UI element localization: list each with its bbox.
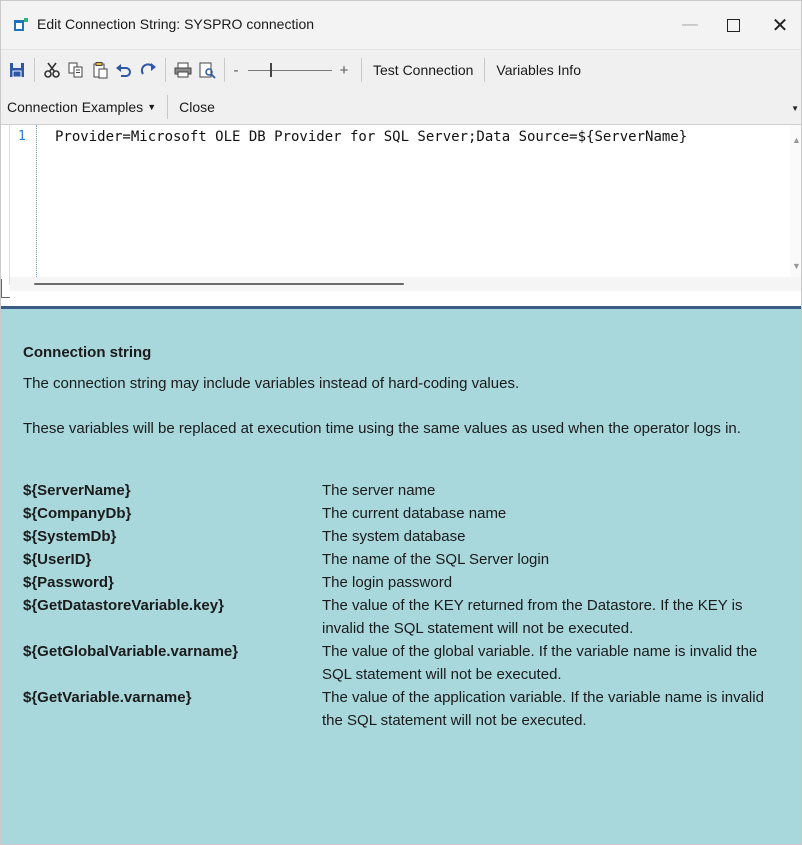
horizontal-scroll-thumb[interactable] xyxy=(34,283,404,285)
table-row: ${UserID} The name of the SQL Server logi… xyxy=(23,548,780,571)
table-row: ${ServerName} The server name xyxy=(23,479,780,502)
variable-name: ${GetVariable.varname} xyxy=(23,689,192,706)
window-title: Edit Connection String: SYSPRO connectio… xyxy=(37,16,315,32)
variable-name: ${CompanyDb} xyxy=(23,505,132,522)
zoom-track[interactable] xyxy=(248,62,332,77)
toolbar-separator xyxy=(224,58,225,82)
print-icon[interactable] xyxy=(171,56,195,84)
line-number-gutter: 1 xyxy=(10,125,37,277)
horizontal-scrollbar[interactable] xyxy=(10,277,801,291)
variable-name: ${GetDatastoreVariable.key} xyxy=(23,597,224,614)
maximize-icon xyxy=(726,18,740,32)
variable-name: ${SystemDb} xyxy=(23,528,117,545)
toolbar-separator xyxy=(34,58,35,82)
connection-string-text[interactable]: Provider=Microsoft OLE DB Provider for S… xyxy=(55,129,687,145)
variable-description: The name of the SQL Server login xyxy=(322,551,550,568)
variable-name: ${UserID} xyxy=(23,551,92,568)
toolbar-separator xyxy=(165,58,166,82)
scroll-up-icon[interactable]: ▲ xyxy=(792,135,801,145)
variable-name: ${ServerName} xyxy=(23,482,131,499)
variable-description: The value of the KEY returned from the D… xyxy=(322,597,743,637)
vertical-scrollbar[interactable]: ▲ ▼ xyxy=(790,125,801,277)
table-row: ${Password} The login password xyxy=(23,571,780,594)
paste-icon[interactable] xyxy=(88,56,112,84)
test-connection-button[interactable]: Test Connection xyxy=(367,62,479,78)
title-bar[interactable]: Edit Connection String: SYSPRO connectio… xyxy=(1,1,801,49)
close-button[interactable]: Close xyxy=(173,99,221,115)
variable-description: The system database xyxy=(322,528,466,545)
toolbar-overflow-icon[interactable]: ▼ xyxy=(791,104,799,113)
help-paragraph: The connection string may include variab… xyxy=(23,375,520,392)
variable-description: The value of the global variable. If the… xyxy=(322,643,758,683)
save-icon[interactable] xyxy=(5,56,29,84)
line-number: 1 xyxy=(18,129,26,144)
scroll-down-icon[interactable]: ▼ xyxy=(792,261,801,271)
help-paragraph: These variables will be replaced at exec… xyxy=(23,420,741,437)
chevron-down-icon: ▼ xyxy=(147,102,157,112)
help-heading: Connection string xyxy=(23,344,152,361)
zoom-in-button[interactable]: + xyxy=(338,62,350,79)
cut-icon[interactable] xyxy=(40,56,64,84)
help-panel: Connection string The connection string … xyxy=(1,309,801,844)
close-window-button[interactable]: ✕ xyxy=(757,1,801,49)
table-row: ${SystemDb} The system database xyxy=(23,525,780,548)
secondary-toolbar: Connection Examples ▼ Close ▼ xyxy=(1,90,801,125)
maximize-button[interactable] xyxy=(710,1,756,49)
minimize-button[interactable]: — xyxy=(667,1,713,49)
table-row: ${GetGlobalVariable.varname} The value of… xyxy=(23,640,780,686)
connection-examples-label: Connection Examples xyxy=(7,99,144,115)
print-preview-icon[interactable] xyxy=(195,56,219,84)
variable-description: The server name xyxy=(322,482,436,499)
undo-icon[interactable] xyxy=(112,56,136,84)
variable-description: The value of the application variable. I… xyxy=(322,689,764,729)
variable-name: ${GetGlobalVariable.varname} xyxy=(23,643,239,660)
variable-description: The current database name xyxy=(322,505,507,522)
table-row: ${GetDatastoreVariable.key} The value of … xyxy=(23,594,780,640)
connection-examples-dropdown[interactable]: Connection Examples ▼ xyxy=(1,99,162,115)
table-row: ${GetVariable.varname} The value of the a… xyxy=(23,686,780,732)
toolbar-separator xyxy=(484,58,486,82)
variable-name: ${Password} xyxy=(23,574,114,591)
table-row: ${CompanyDb} The current database name xyxy=(23,502,780,525)
copy-icon[interactable] xyxy=(64,56,88,84)
main-toolbar: - + Test Connection Variables Info xyxy=(1,49,801,91)
toolbar-separator xyxy=(361,58,362,82)
variables-info-button[interactable]: Variables Info xyxy=(490,62,587,78)
zoom-slider[interactable]: - + xyxy=(230,56,356,84)
app-icon xyxy=(14,18,28,31)
edit-connection-string-dialog: Edit Connection String: SYSPRO connectio… xyxy=(0,0,802,845)
editor-corner-mark xyxy=(1,279,10,298)
zoom-out-button[interactable]: - xyxy=(230,62,242,79)
redo-icon[interactable] xyxy=(136,56,160,84)
variable-description: The login password xyxy=(322,574,453,591)
connection-string-editor[interactable]: 1 Provider=Microsoft OLE DB Provider for… xyxy=(9,125,801,291)
variables-table: ${ServerName} The server name ${CompanyDb… xyxy=(23,479,780,732)
zoom-thumb[interactable] xyxy=(270,62,272,77)
toolbar-separator xyxy=(167,95,169,119)
